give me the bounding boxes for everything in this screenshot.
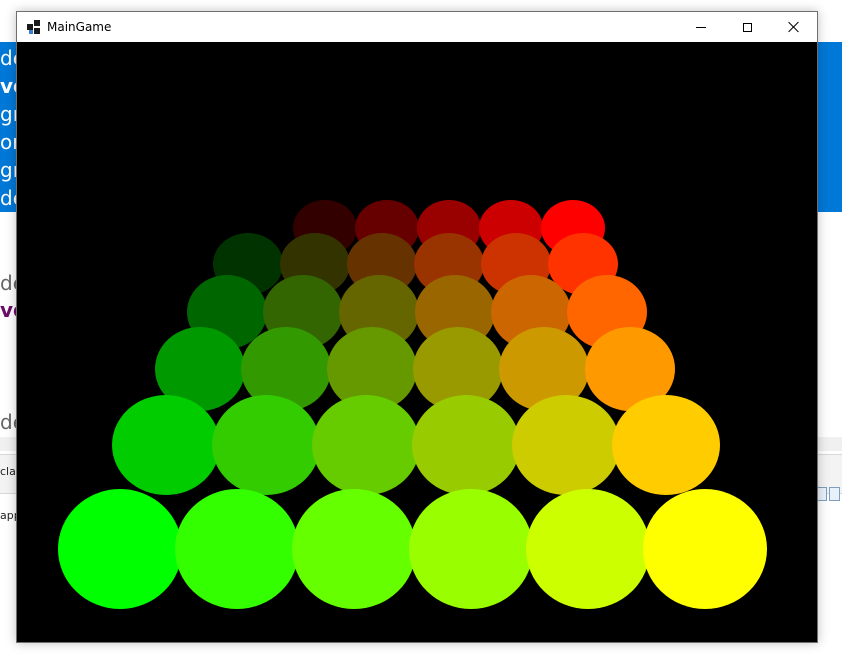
maximize-icon — [742, 22, 752, 32]
sphere — [175, 489, 299, 609]
sphere — [409, 489, 533, 609]
sphere — [292, 489, 416, 609]
edit-icon[interactable] — [829, 487, 840, 501]
sphere — [212, 395, 320, 495]
sphere — [58, 489, 182, 609]
sphere — [512, 395, 620, 495]
game-window: MainGame — [16, 11, 818, 643]
background-toolbar-icons — [816, 487, 842, 503]
sphere — [312, 395, 420, 495]
minimize-button[interactable] — [678, 12, 724, 42]
sphere-grid — [58, 200, 767, 609]
sphere — [643, 489, 767, 609]
window-title: MainGame — [47, 20, 112, 34]
close-button[interactable] — [771, 12, 817, 42]
background-tab-label: cla — [0, 465, 16, 478]
game-canvas[interactable] — [17, 42, 817, 642]
sphere — [412, 395, 520, 495]
maximize-button[interactable] — [724, 12, 770, 42]
minimize-icon — [696, 26, 706, 28]
sphere — [526, 489, 650, 609]
app-icon — [27, 20, 40, 34]
title-bar[interactable]: MainGame — [17, 12, 817, 42]
close-icon — [788, 21, 800, 33]
sphere — [612, 395, 720, 495]
sphere — [112, 395, 220, 495]
